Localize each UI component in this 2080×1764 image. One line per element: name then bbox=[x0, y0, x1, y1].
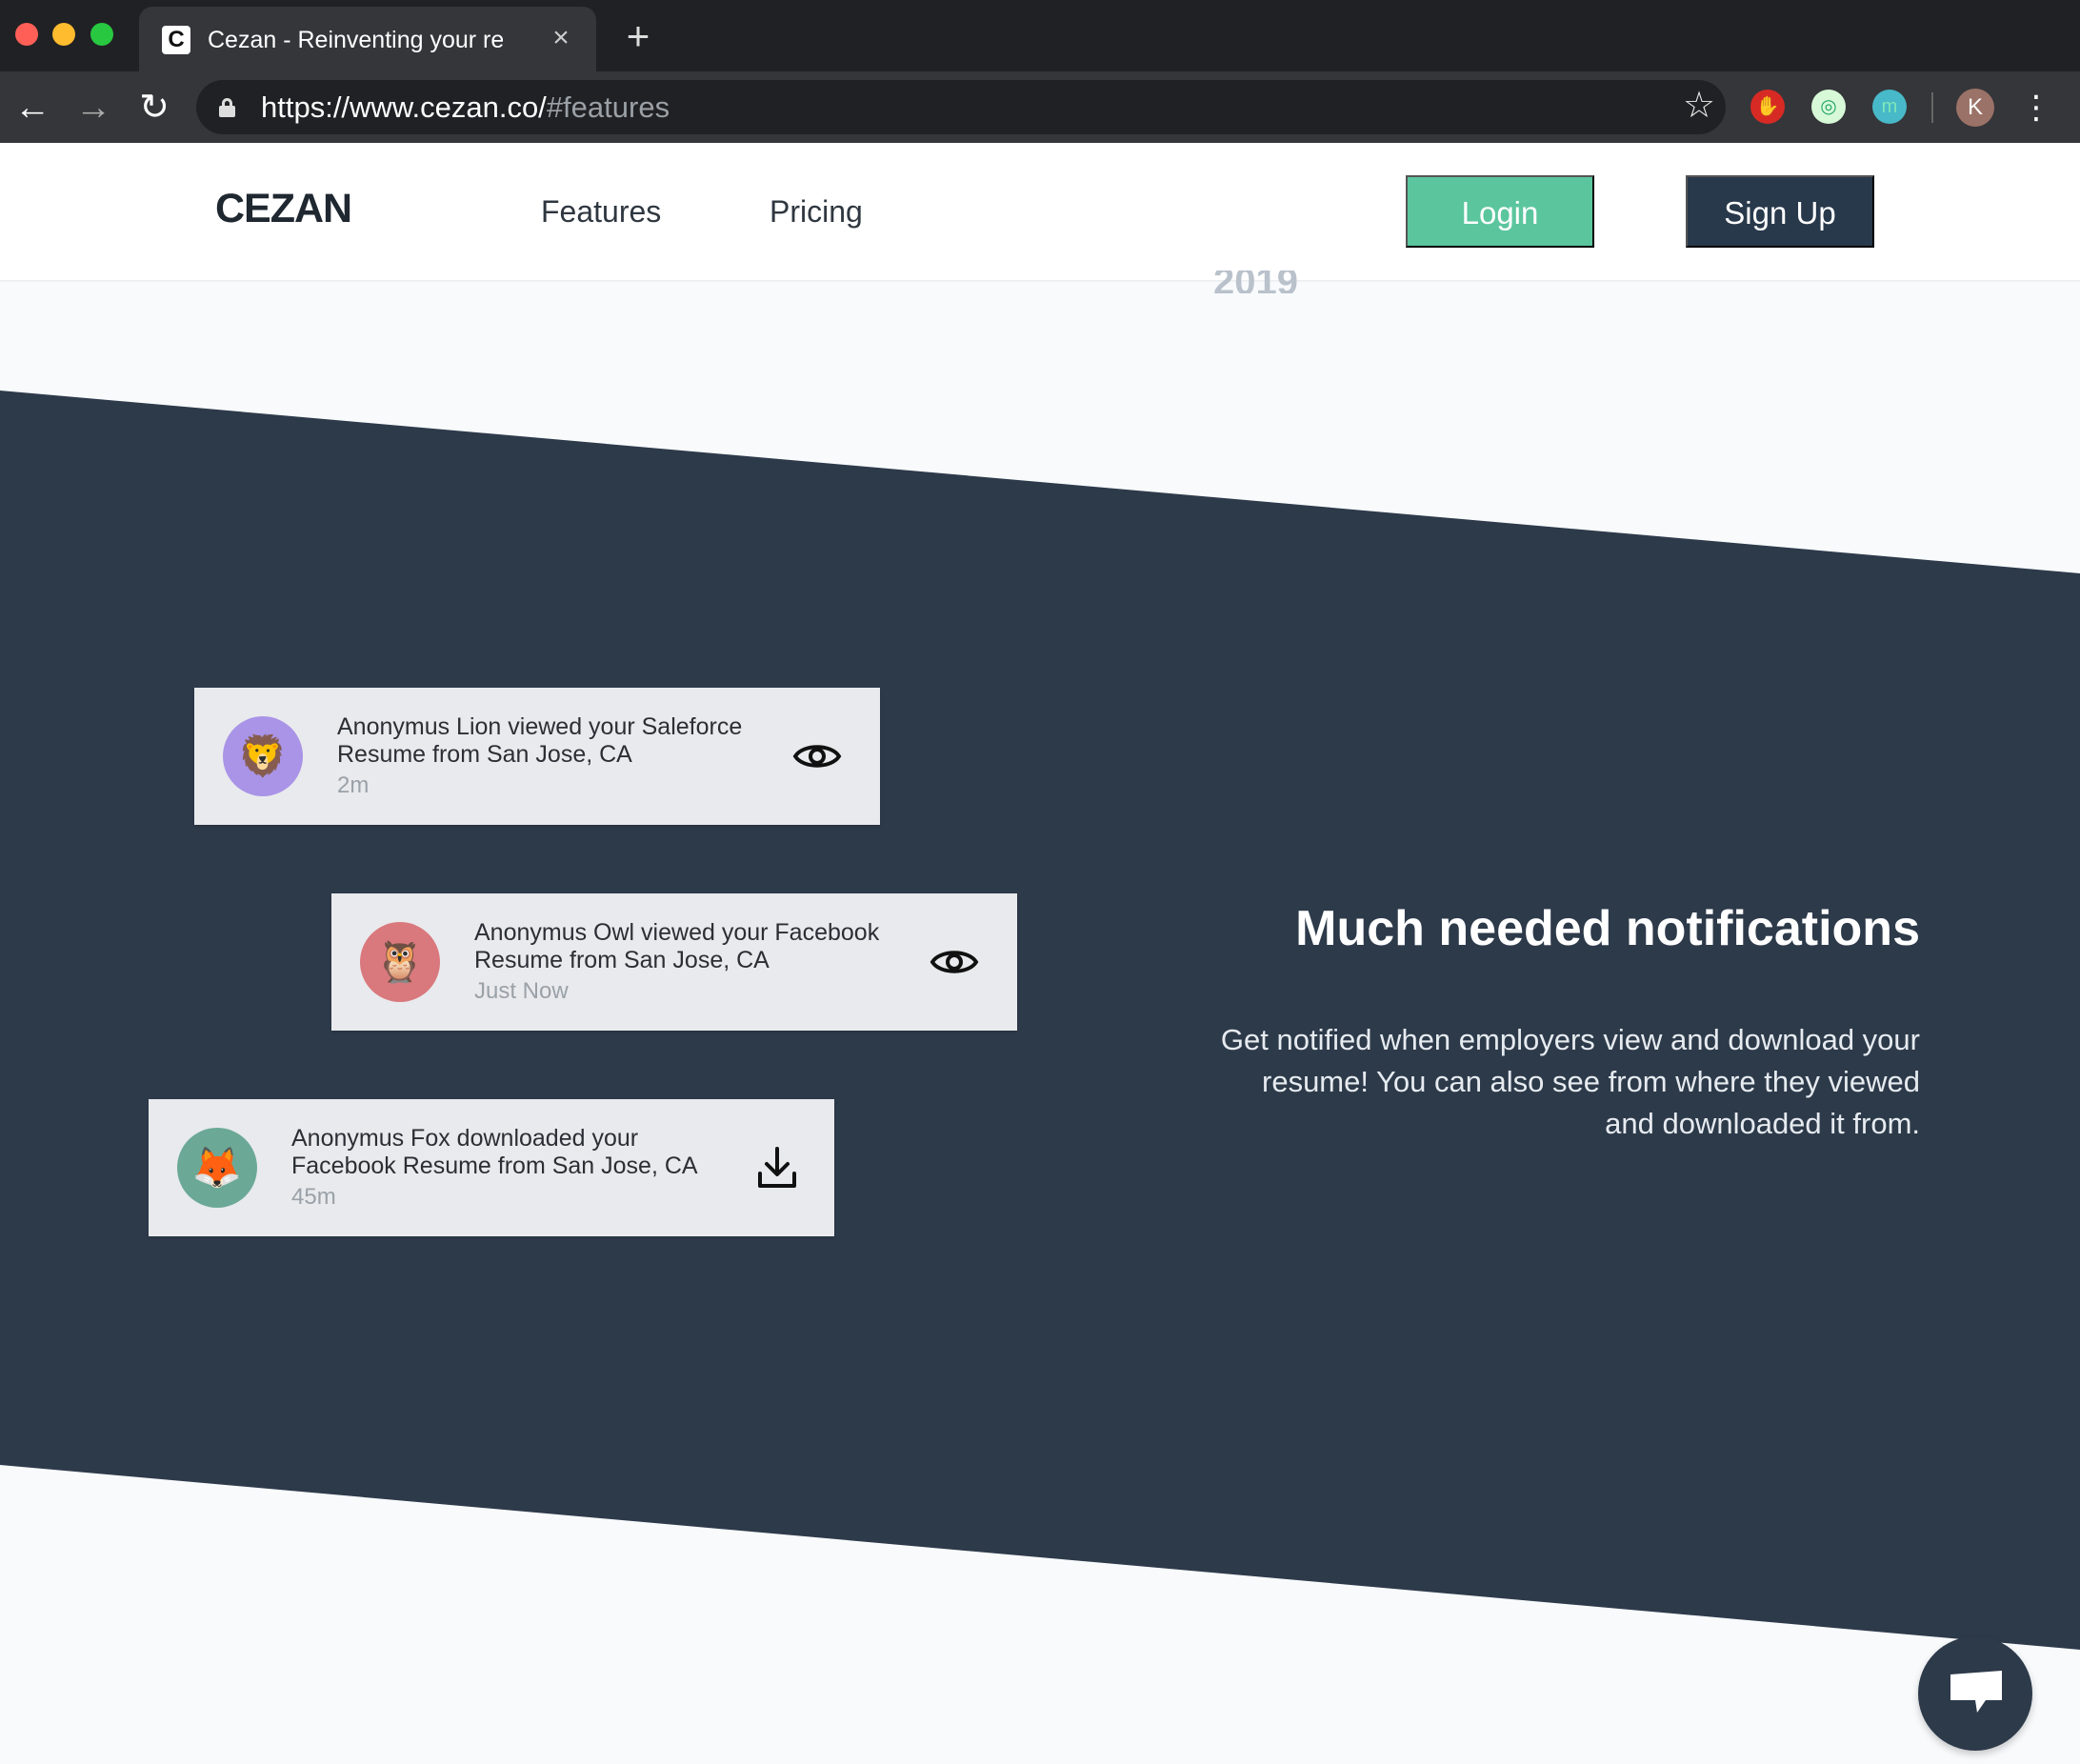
profile-avatar[interactable]: K bbox=[1956, 89, 1994, 127]
site-header: CEZAN Features Pricing Login Sign Up bbox=[0, 143, 2080, 280]
notification-message: Anonymus Fox downloaded your Facebook Re… bbox=[291, 1125, 698, 1179]
owl-icon: 🦉 bbox=[360, 922, 440, 1002]
minimize-window-button[interactable] bbox=[52, 23, 75, 46]
reload-icon[interactable]: ↻ bbox=[135, 89, 173, 127]
address-url[interactable]: https://www.cezan.co/#features bbox=[261, 91, 1518, 124]
notification-time: Just Now bbox=[474, 978, 569, 1004]
eye-icon[interactable] bbox=[790, 730, 844, 783]
notification-message: Anonymus Owl viewed your Facebook Resume… bbox=[474, 919, 880, 973]
feature-description: Get notified when employers view and dow… bbox=[1220, 1023, 1920, 1140]
login-button[interactable]: Login bbox=[1406, 175, 1594, 248]
address-url-host: https://www.cezan.co/ bbox=[261, 90, 547, 124]
fox-icon: 🦊 bbox=[177, 1128, 257, 1208]
download-icon[interactable] bbox=[750, 1141, 804, 1194]
owl-view-notification[interactable]: 🦉 Anonymus Owl viewed your Facebook Resu… bbox=[331, 893, 1017, 1031]
notification-time: 2m bbox=[337, 772, 370, 798]
close-tab-icon[interactable]: × bbox=[547, 23, 575, 53]
nav-pricing-link[interactable]: Pricing bbox=[770, 192, 874, 231]
address-url-path: #features bbox=[546, 90, 670, 124]
nav-features-link[interactable]: Features bbox=[541, 192, 665, 231]
back-arrow-icon[interactable]: ← bbox=[13, 89, 51, 127]
notification-time: 45m bbox=[291, 1184, 336, 1210]
new-tab-button[interactable]: + bbox=[619, 16, 657, 56]
lion-icon: 🦁 bbox=[223, 716, 303, 796]
tab-title: Cezan - Reinventing your resume bbox=[208, 27, 503, 53]
chat-icon bbox=[1950, 1671, 2002, 1713]
cezan-favicon: C bbox=[162, 26, 190, 54]
chat-widget-button[interactable] bbox=[1918, 1636, 2032, 1751]
eye-icon[interactable] bbox=[928, 935, 981, 989]
cezan-logo[interactable]: CEZAN bbox=[215, 184, 358, 233]
forward-arrow-icon[interactable]: → bbox=[74, 89, 112, 127]
zoom-window-button[interactable] bbox=[90, 23, 113, 46]
notification-message: Anonymus Lion viewed your Saleforce Resu… bbox=[337, 713, 743, 768]
fox-download-notification[interactable]: 🦊 Anonymus Fox downloaded your Facebook … bbox=[149, 1099, 834, 1236]
close-window-button[interactable] bbox=[15, 23, 38, 46]
m-extension-icon[interactable]: m bbox=[1872, 90, 1907, 124]
feature-heading: Much needed notifications bbox=[1295, 901, 1920, 956]
sign-up-button[interactable]: Sign Up bbox=[1686, 175, 1874, 248]
lion-view-notification[interactable]: 🦁 Anonymus Lion viewed your Saleforce Re… bbox=[194, 688, 880, 825]
hand-stop-extension-icon[interactable]: ✋ bbox=[1750, 90, 1785, 124]
browser-menu-icon[interactable]: ⋮ bbox=[2017, 89, 2055, 127]
browser-tab-strip: C Cezan - Reinventing your resume × + bbox=[0, 0, 2080, 71]
target-extension-icon[interactable]: ◎ bbox=[1811, 90, 1846, 124]
bookmark-star-icon[interactable]: ☆ bbox=[1678, 85, 1720, 127]
browser-tab[interactable]: C Cezan - Reinventing your resume × bbox=[139, 7, 596, 71]
address-bar[interactable]: https://www.cezan.co/#features ☆ bbox=[196, 80, 1726, 134]
toolbar-separator bbox=[1931, 92, 1933, 123]
lock-icon bbox=[219, 98, 235, 117]
cezan-features-page: CEZAN Features Pricing Login Sign Up 201… bbox=[0, 143, 2080, 1764]
browser-toolbar: ← → ↻ https://www.cezan.co/#features ☆ ✋… bbox=[0, 71, 2080, 143]
partially-hidden-year: 2019 bbox=[1213, 271, 1298, 293]
